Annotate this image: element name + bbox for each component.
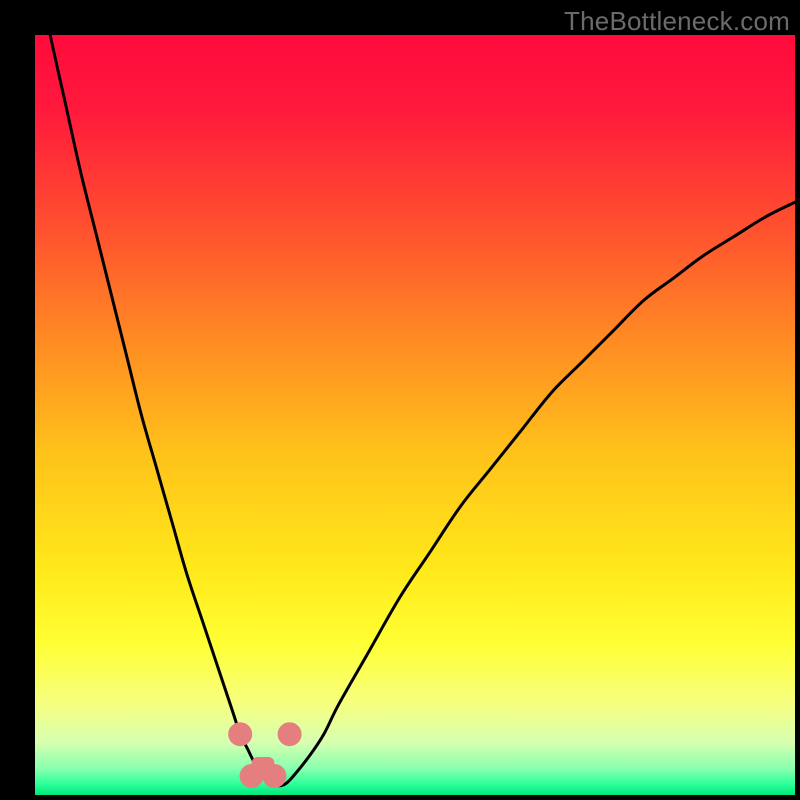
marker-dot	[278, 722, 302, 746]
chart-frame: TheBottleneck.com	[0, 0, 800, 800]
marker-dot	[262, 764, 286, 788]
marker-dot	[240, 764, 264, 788]
watermark-text: TheBottleneck.com	[564, 6, 790, 37]
marker-dot	[228, 722, 252, 746]
plot-area	[35, 35, 795, 795]
bottleneck-curve	[35, 35, 795, 795]
